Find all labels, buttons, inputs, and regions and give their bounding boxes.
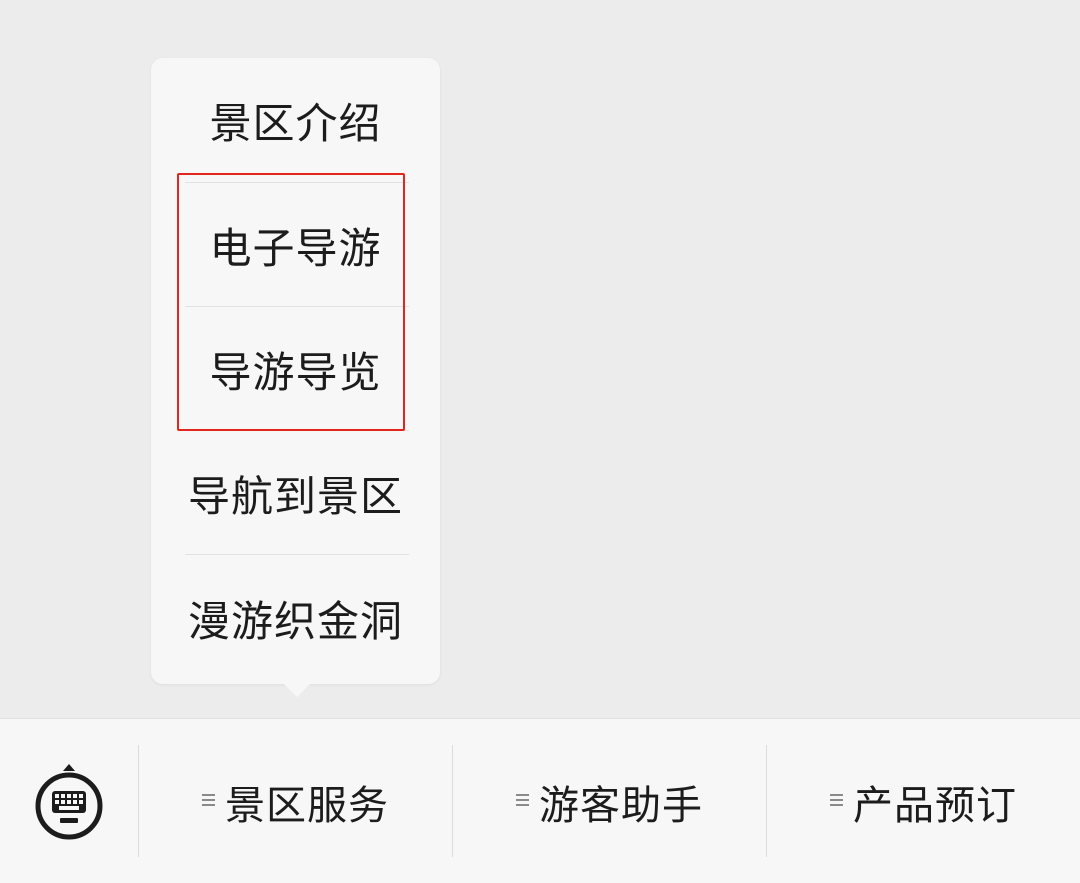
keyboard-icon [35,763,103,839]
menu-item-label: 电子导游 [209,223,382,273]
menu-lines-icon [516,791,529,809]
menu-lines-icon [830,791,843,809]
menu-divider [185,554,409,555]
tab-visitor-assistant[interactable]: 游客助手 [453,719,766,883]
tab-label: 产品预订 [853,782,1017,829]
menu-item-guided-tour[interactable]: 导游导览 [151,307,440,431]
menu-item-label: 导游导览 [209,347,382,397]
bottom-menu-bar: 景区服务 游客助手 产品预订 [0,718,1080,883]
menu-item-electronic-guide[interactable]: 电子导游 [151,183,440,307]
tab-label: 景区服务 [225,782,389,829]
menu-item-label: 导航到景区 [187,471,403,521]
menu-lines-icon [202,791,215,809]
popup-arrow [283,683,311,697]
tab-scenic-services[interactable]: 景区服务 [139,719,452,883]
keyboard-toggle-button[interactable] [0,719,138,883]
menu-item-scenic-intro[interactable]: 景区介绍 [151,58,440,182]
menu-item-roam-cave[interactable]: 漫游织金洞 [151,556,440,680]
tab-product-booking[interactable]: 产品预订 [767,719,1080,883]
menu-item-label: 漫游织金洞 [187,596,403,646]
screen: 景区介绍 电子导游 导游导览 导航到景区 漫游织金洞 景区服务 游客助手 产品预… [0,0,1080,883]
menu-item-navigate-to-scenic[interactable]: 导航到景区 [151,431,440,555]
submenu-popup: 景区介绍 电子导游 导游导览 导航到景区 漫游织金洞 [151,58,440,684]
menu-item-label: 景区介绍 [209,98,382,148]
tab-label: 游客助手 [539,782,703,829]
